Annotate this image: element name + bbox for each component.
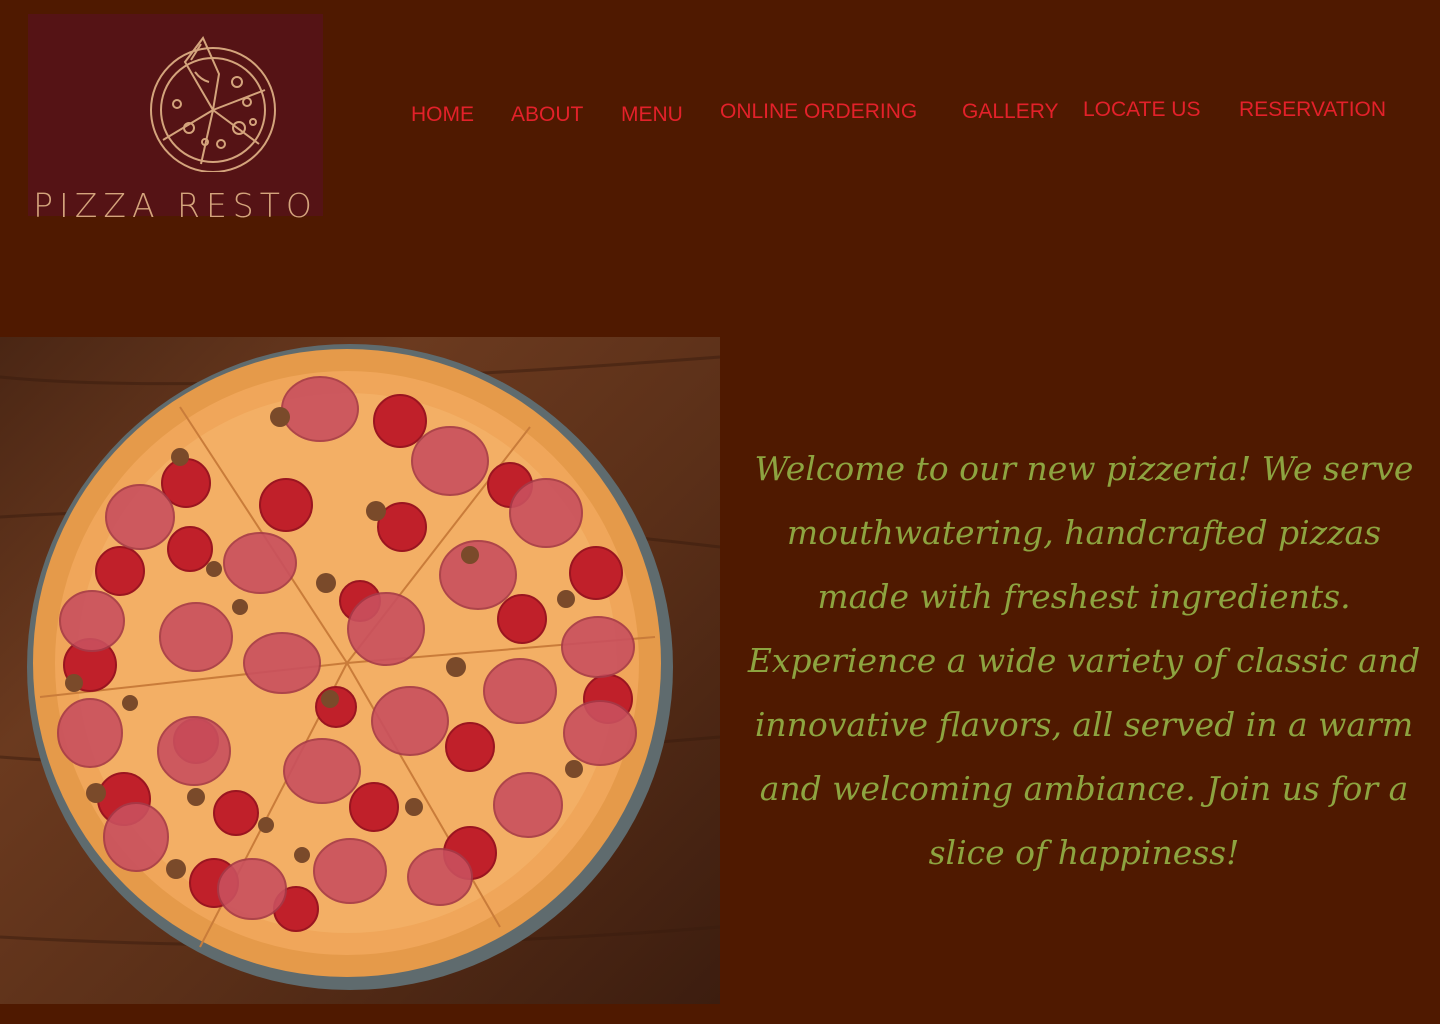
- site-logo[interactable]: PIZZA RESTO: [28, 14, 323, 225]
- nav-about-link[interactable]: ABOUT: [511, 102, 583, 128]
- nav-online-ordering-link[interactable]: ONLINE ORDERING: [720, 99, 917, 125]
- pepperoni-pizza-photo: [0, 337, 720, 1004]
- pizza-illustration: [0, 344, 720, 990]
- welcome-message: Welcome to our new pizzeria! We serve mo…: [747, 449, 1421, 872]
- nav-home-link[interactable]: HOME: [411, 102, 474, 128]
- pizza-slice-icon: [150, 36, 276, 172]
- nav-reservation-link[interactable]: RESERVATION: [1239, 97, 1386, 123]
- nav-locate-us-link[interactable]: LOCATE US: [1083, 97, 1200, 123]
- nav-menu-link[interactable]: MENU: [621, 102, 683, 128]
- nav-gallery-link[interactable]: GALLERY: [962, 99, 1059, 125]
- brand-name: PIZZA RESTO: [33, 186, 318, 225]
